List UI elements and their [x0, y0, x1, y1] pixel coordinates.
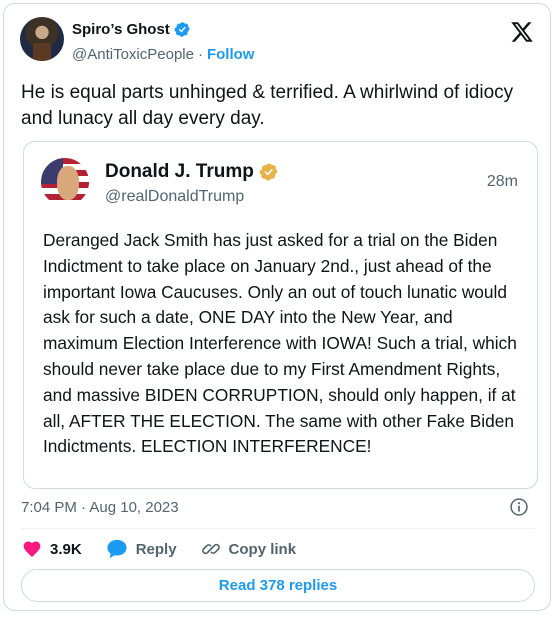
quoted-author-handle[interactable]: @realDonaldTrump [105, 188, 244, 206]
tweet-timestamp[interactable]: 7:04 PM · Aug 10, 2023 [21, 499, 179, 516]
quoted-author-avatar[interactable] [41, 158, 89, 206]
author-handle[interactable]: @AntiToxicPeople [72, 46, 194, 63]
like-button[interactable]: 3.9K [22, 539, 82, 559]
x-logo-icon[interactable] [510, 20, 534, 44]
author-avatar[interactable] [20, 17, 64, 61]
embedded-tweet-card: Spiro’s Ghost @AntiToxicPeople · Follow … [3, 3, 551, 611]
divider [21, 528, 535, 529]
reply-button[interactable]: Reply [106, 539, 177, 559]
read-replies-button[interactable]: Read 378 replies [21, 569, 535, 602]
author-handle-row: @AntiToxicPeople · Follow [72, 46, 254, 63]
link-icon [201, 543, 220, 555]
handle-separator: · [197, 46, 203, 63]
quoted-name-row: Donald J. Trump [105, 161, 279, 183]
quoted-timestamp[interactable]: 28m [487, 173, 518, 191]
quoted-tweet[interactable]: Donald J. Trump @realDonaldTrump 28m Der… [23, 141, 538, 489]
quoted-tweet-text: Deranged Jack Smith has just asked for a… [43, 230, 517, 457]
author-name[interactable]: Spiro’s Ghost [72, 21, 170, 38]
copy-link-label: Copy link [228, 540, 297, 558]
quoted-author-name[interactable]: Donald J. Trump [105, 161, 254, 183]
action-bar: 3.9K Reply Copy link [22, 539, 320, 559]
tweet-text: He is equal parts unhinged & terrified. … [21, 82, 514, 129]
author-name-row: Spiro’s Ghost [72, 21, 191, 38]
reply-label: Reply [135, 540, 177, 558]
follow-button[interactable]: Follow [207, 46, 255, 63]
like-count: 3.9K [50, 540, 82, 558]
info-icon[interactable] [509, 497, 529, 517]
copy-link-button[interactable]: Copy link [201, 539, 297, 559]
verified-badge-icon [174, 22, 190, 37]
heart-icon [23, 541, 41, 557]
reply-bubble-icon [107, 539, 127, 559]
verified-badge-icon [259, 163, 278, 181]
